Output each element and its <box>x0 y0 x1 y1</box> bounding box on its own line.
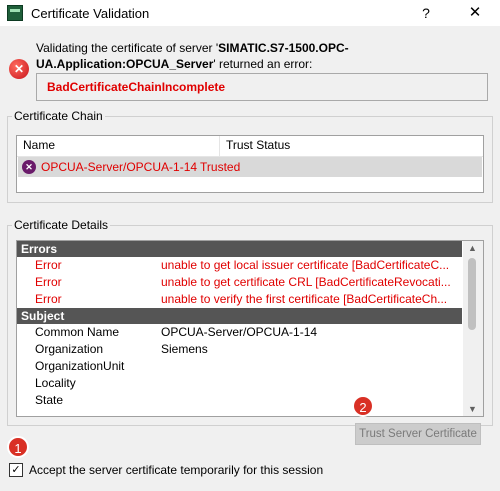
subject-row[interactable]: Common Name OPCUA-Server/OPCUA-1-14 <box>17 324 462 341</box>
callout-badge-2: 2 <box>352 395 374 417</box>
error-row[interactable]: Error unable to verify the first certific… <box>17 291 462 308</box>
callout-badge-1: 1 <box>7 436 29 458</box>
chain-header: Name Trust Status <box>17 136 483 157</box>
subject-row[interactable]: OrganizationUnit <box>17 358 462 375</box>
certificate-error-icon: ✕ <box>22 160 36 174</box>
app-icon <box>7 5 23 21</box>
accept-checkbox[interactable]: ✓ <box>9 463 23 477</box>
error-code-box: BadCertificateChainIncomplete <box>36 73 488 101</box>
error-row[interactable]: Error unable to get certificate CRL [BadC… <box>17 274 462 291</box>
scroll-up-icon[interactable]: ▲ <box>468 243 477 253</box>
trust-server-certificate-button[interactable]: Trust Server Certificate <box>355 423 481 445</box>
certificate-chain-list[interactable]: Name Trust Status ✕ OPCUA-Server/OPCUA-1… <box>16 135 484 193</box>
window-title: Certificate Validation <box>31 5 150 21</box>
error-icon: ✕ <box>9 59 29 79</box>
close-button[interactable]: ✕ <box>460 3 490 23</box>
scroll-down-icon[interactable]: ▼ <box>468 404 477 414</box>
help-button[interactable]: ? <box>414 3 438 23</box>
validation-message: Validating the certificate of server 'SI… <box>36 41 349 71</box>
certificate-details-table[interactable]: Errors Error unable to get local issuer c… <box>16 240 484 417</box>
error-row[interactable]: Error unable to get local issuer certific… <box>17 257 462 274</box>
subject-section-header: Subject <box>17 308 462 324</box>
column-trust-status[interactable]: Trust Status <box>220 136 290 156</box>
subject-row[interactable]: Organization Siemens <box>17 341 462 358</box>
subject-row[interactable]: State <box>17 392 462 409</box>
scroll-thumb[interactable] <box>468 258 476 330</box>
accept-checkbox-label[interactable]: Accept the server certificate temporaril… <box>29 463 323 477</box>
title-bar: Certificate Validation ? ✕ <box>0 0 500 26</box>
details-scrollbar[interactable]: ▲ ▼ <box>463 241 483 416</box>
chain-row[interactable]: ✕ OPCUA-Server/OPCUA-1-14 Trusted <box>18 157 482 177</box>
errors-section-header: Errors <box>17 241 462 257</box>
certificate-details-legend: Certificate Details <box>14 218 109 232</box>
chain-row-status: Trusted <box>200 160 241 174</box>
column-name[interactable]: Name <box>17 136 220 156</box>
subject-row[interactable]: Locality <box>17 375 462 392</box>
certificate-chain-legend: Certificate Chain <box>14 109 103 123</box>
chain-row-name: OPCUA-Server/OPCUA-1-14 <box>41 160 198 174</box>
